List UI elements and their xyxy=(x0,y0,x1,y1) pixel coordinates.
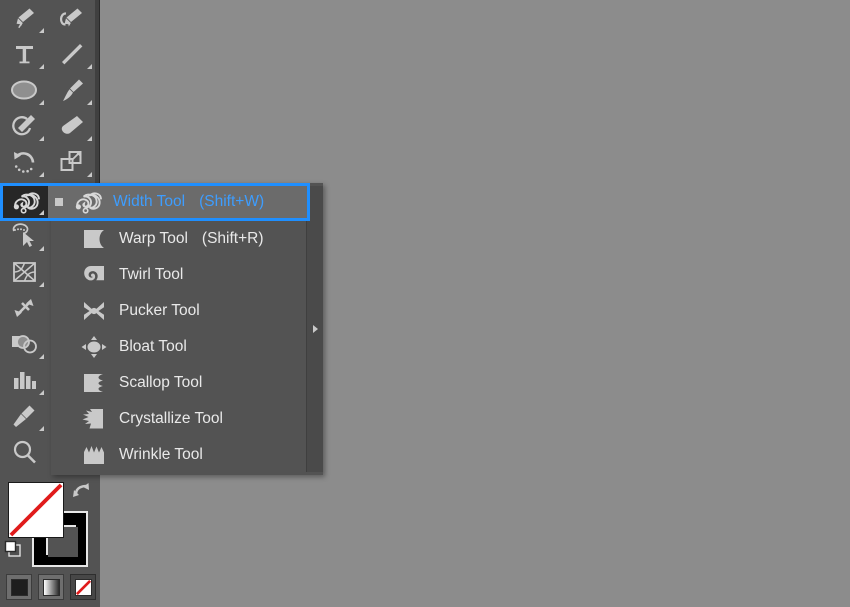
menu-item-shortcut: (Shift+R) xyxy=(201,230,264,247)
bloat-tool-icon xyxy=(76,329,112,365)
menu-item-label: Twirl Tool xyxy=(119,266,184,283)
shape-builder-tool[interactable] xyxy=(0,326,48,362)
menu-item-label: Width Tool xyxy=(113,193,186,210)
tool-row xyxy=(0,144,96,180)
width-tool-toolbar-cell[interactable] xyxy=(3,186,48,218)
free-transform-tool[interactable] xyxy=(0,218,48,254)
tool-row xyxy=(0,36,96,72)
shaper-tool[interactable] xyxy=(0,108,48,144)
add-anchor-point-tool[interactable] xyxy=(48,0,96,36)
scale-tool[interactable] xyxy=(48,144,96,180)
solid-color-swatch-icon xyxy=(10,578,28,596)
color-mode-button[interactable] xyxy=(6,574,32,600)
tear-off-arrow-icon xyxy=(312,325,318,333)
perspective-grid-tool[interactable] xyxy=(0,254,48,290)
flyout-indicator-icon xyxy=(39,390,44,395)
menu-item-warp-tool[interactable]: Warp Tool (Shift+R) xyxy=(51,221,306,257)
rotate-tool[interactable] xyxy=(0,144,48,180)
width-tool-flyout-menu: Warp Tool (Shift+R) Twirl Tool Pucker To… xyxy=(51,183,323,475)
flyout-indicator-icon xyxy=(39,354,44,359)
tool-row xyxy=(0,72,96,108)
tear-off-strip[interactable] xyxy=(306,186,323,472)
scallop-tool-icon xyxy=(76,365,112,401)
illustrator-window: Warp Tool (Shift+R) Twirl Tool Pucker To… xyxy=(0,0,850,607)
menu-item-width-tool-selected[interactable]: Width Tool (Shift+W) xyxy=(0,183,310,221)
flyout-indicator-icon xyxy=(39,136,44,141)
selected-menu-row-content: Width Tool (Shift+W) xyxy=(48,186,307,218)
flyout-indicator-icon xyxy=(87,172,92,177)
menu-item-label: Warp Tool xyxy=(119,230,188,247)
flyout-menu-list: Warp Tool (Shift+R) Twirl Tool Pucker To… xyxy=(51,185,306,473)
flyout-indicator-icon xyxy=(39,172,44,177)
active-tool-marker xyxy=(48,198,70,206)
menu-item-label: Pucker Tool xyxy=(119,302,200,319)
paintbrush-tool[interactable] xyxy=(48,72,96,108)
none-mode-button[interactable] xyxy=(70,574,96,600)
menu-item-scallop-tool[interactable]: Scallop Tool xyxy=(51,365,306,401)
tool-row xyxy=(0,0,96,36)
no-fill-slash-icon xyxy=(9,483,63,537)
flyout-indicator-icon xyxy=(39,64,44,69)
column-graph-tool[interactable] xyxy=(0,362,48,398)
flyout-indicator-icon xyxy=(39,100,44,105)
wrinkle-tool-icon xyxy=(76,437,112,473)
menu-item-twirl-tool[interactable]: Twirl Tool xyxy=(51,257,306,293)
menu-item-label: Crystallize Tool xyxy=(119,410,223,427)
menu-item-label: Wrinkle Tool xyxy=(119,446,203,463)
warp-tool-icon xyxy=(76,221,112,257)
flyout-indicator-icon xyxy=(39,246,44,251)
eyedropper-tool[interactable] xyxy=(0,398,48,434)
fill-swatch[interactable] xyxy=(8,482,64,538)
menu-item-crystallize-tool[interactable]: Crystallize Tool xyxy=(51,401,306,437)
zoom-tool[interactable] xyxy=(0,434,48,470)
gradient-mode-button[interactable] xyxy=(38,574,64,600)
eraser-tool[interactable] xyxy=(48,108,96,144)
type-tool[interactable] xyxy=(0,36,48,72)
flyout-indicator-icon xyxy=(39,426,44,431)
flyout-indicator-icon xyxy=(39,28,44,33)
flyout-indicator-icon xyxy=(39,282,44,287)
gradient-swatch-icon xyxy=(42,578,60,596)
pucker-tool-icon xyxy=(76,293,112,329)
flyout-indicator-icon xyxy=(87,136,92,141)
default-fill-stroke-button[interactable] xyxy=(4,540,24,560)
menu-item-label: Bloat Tool xyxy=(119,338,187,355)
none-swatch-icon xyxy=(74,578,92,596)
flyout-indicator-icon xyxy=(39,210,44,215)
line-segment-tool[interactable] xyxy=(48,36,96,72)
menu-item-wrinkle-tool[interactable]: Wrinkle Tool xyxy=(51,437,306,473)
fill-mode-bar xyxy=(6,574,96,600)
twirl-tool-icon xyxy=(76,257,112,293)
menu-item-bloat-tool[interactable]: Bloat Tool xyxy=(51,329,306,365)
flyout-indicator-icon xyxy=(87,64,92,69)
menu-item-shortcut: (Shift+W) xyxy=(199,193,265,210)
ellipse-tool[interactable] xyxy=(0,72,48,108)
crystallize-tool-icon xyxy=(76,401,112,437)
menu-item-label: Scallop Tool xyxy=(119,374,203,391)
mesh-tool[interactable] xyxy=(0,290,48,326)
fill-stroke-controls xyxy=(0,474,100,607)
menu-item-pucker-tool[interactable]: Pucker Tool xyxy=(51,293,306,329)
width-tool-icon xyxy=(70,189,106,215)
swap-fill-stroke-button[interactable] xyxy=(70,480,92,502)
tool-row xyxy=(0,108,96,144)
pen-tool[interactable] xyxy=(0,0,48,36)
flyout-indicator-icon xyxy=(87,100,92,105)
